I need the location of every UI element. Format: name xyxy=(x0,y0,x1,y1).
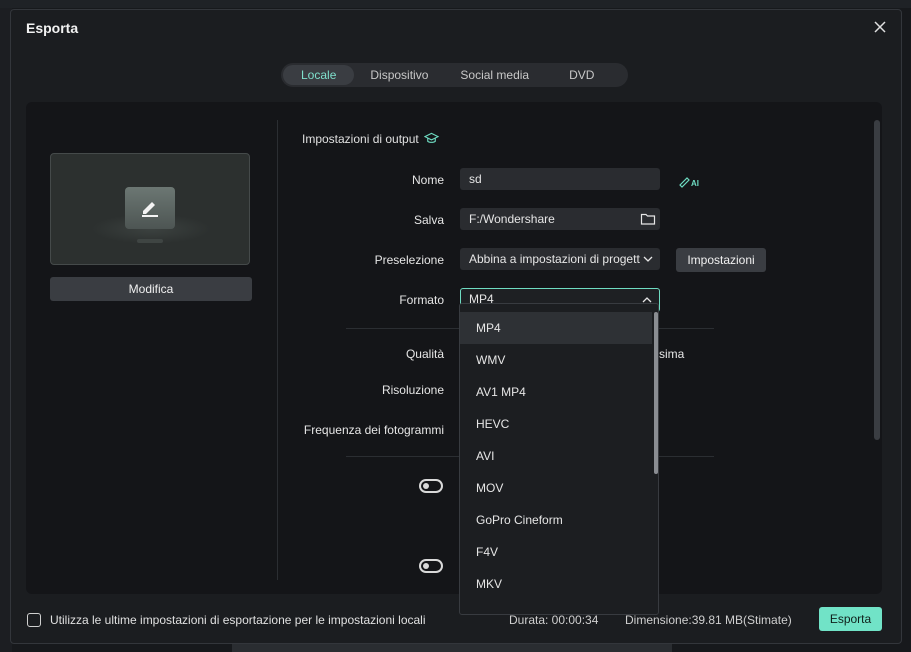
tab-dvd[interactable]: DVD xyxy=(559,65,604,85)
save-path-value: F:/Wondershare xyxy=(469,212,555,226)
preview-reflection xyxy=(137,239,163,243)
preset-select[interactable]: Abbina a impostazioni di progetto xyxy=(460,248,660,270)
remember-settings-label: Utilizza le ultime impostazioni di espor… xyxy=(50,613,426,627)
fps-label: Frequenza dei fotogrammi xyxy=(303,423,444,437)
duration-text: Durata: 00:00:34 xyxy=(509,613,599,627)
format-option-av1-mp4[interactable]: AV1 MP4 xyxy=(460,376,652,408)
save-label: Salva xyxy=(413,213,444,227)
output-settings-title: Impostazioni di output xyxy=(302,131,439,146)
export-button[interactable]: Esporta xyxy=(819,607,882,631)
dialog-title: Esporta xyxy=(26,20,79,36)
settings-panel: Modifica Impostazioni di output Nome sd … xyxy=(26,102,882,594)
preset-label: Preselezione xyxy=(374,253,444,267)
vertical-divider xyxy=(277,120,278,580)
folder-icon[interactable] xyxy=(640,211,656,227)
format-option-f4v[interactable]: F4V xyxy=(460,536,652,568)
export-tabs: Locale Dispositivo Social media DVD xyxy=(281,63,628,87)
name-label: Nome xyxy=(411,173,444,187)
tab-dispositivo[interactable]: Dispositivo xyxy=(360,65,438,85)
tab-social-media[interactable]: Social media xyxy=(450,65,539,85)
graduation-cap-icon[interactable] xyxy=(423,131,439,146)
preset-value: Abbina a impostazioni di progetto xyxy=(469,252,647,266)
toggle-switch-2[interactable] xyxy=(419,559,443,573)
output-settings-label: Impostazioni di output xyxy=(302,131,419,146)
settings-button[interactable]: Impostazioni xyxy=(676,248,766,272)
name-field[interactable]: sd xyxy=(460,168,660,190)
thumbnail-preview[interactable] xyxy=(50,153,250,265)
format-dropdown-list: MP4 WMV AV1 MP4 HEVC AVI MOV GoPro Cinef… xyxy=(459,303,659,615)
quality-label: Qualità xyxy=(405,347,444,361)
format-option-gopro-cineform[interactable]: GoPro Cineform xyxy=(460,504,652,536)
format-label: Formato xyxy=(399,293,444,307)
export-dialog: Esporta Locale Dispositivo Social media … xyxy=(10,9,902,644)
resolution-label: Risoluzione xyxy=(381,383,444,397)
format-option-mov[interactable]: MOV xyxy=(460,472,652,504)
chevron-down-icon xyxy=(640,251,656,267)
edit-thumbnail-button[interactable]: Modifica xyxy=(50,277,252,301)
tab-locale[interactable]: Locale xyxy=(283,65,355,85)
panel-scrollbar[interactable] xyxy=(874,120,880,440)
ai-edit-icon[interactable]: AI xyxy=(678,172,700,188)
svg-text:AI: AI xyxy=(691,179,699,188)
format-option-hevc[interactable]: HEVC xyxy=(460,408,652,440)
format-option-wmv[interactable]: WMV xyxy=(460,344,652,376)
pencil-icon xyxy=(125,187,175,229)
remember-settings-checkbox[interactable] xyxy=(27,613,41,627)
quality-value-fragment: sima xyxy=(659,347,685,361)
file-size-text: Dimensione:39.81 MB(Stimate) xyxy=(625,613,792,627)
save-path-field[interactable]: F:/Wondershare xyxy=(460,208,660,230)
close-icon[interactable] xyxy=(871,18,889,36)
toggle-switch-1[interactable] xyxy=(419,479,443,493)
format-option-avi[interactable]: AVI xyxy=(460,440,652,472)
format-option-mkv[interactable]: MKV xyxy=(460,568,652,600)
format-option-mp4[interactable]: MP4 xyxy=(460,312,652,344)
app-toolbar-strip xyxy=(0,0,911,8)
dropdown-scrollbar[interactable] xyxy=(654,312,658,474)
